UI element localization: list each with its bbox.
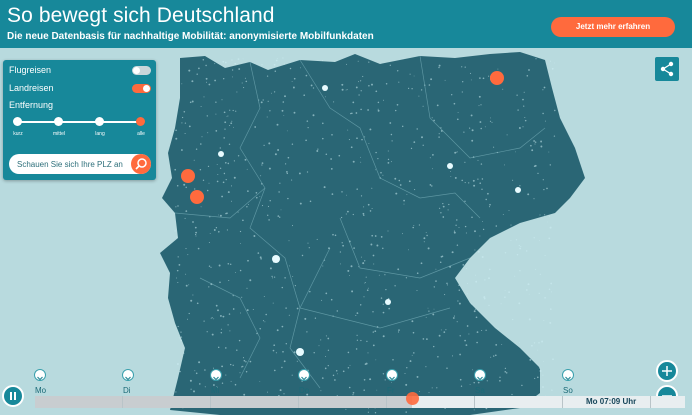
day-marker-do[interactable] (298, 369, 310, 381)
marker-west-1 (181, 169, 195, 183)
zoom-in-button[interactable] (656, 360, 678, 382)
day-marker-mi[interactable] (210, 369, 222, 381)
day-marker-fr[interactable] (386, 369, 398, 381)
toggle-knob (143, 85, 150, 92)
distance-label: Entfernung (9, 100, 54, 110)
pause-button[interactable] (2, 385, 24, 407)
learn-more-button[interactable]: Jetzt mehr erfahren (551, 17, 675, 37)
timeline-progress (35, 396, 412, 408)
timeline-handle[interactable] (406, 392, 419, 405)
header-bar: So bewegt sich Deutschland Die neue Date… (0, 0, 692, 48)
flights-toggle[interactable] (132, 66, 151, 75)
chevron-down-icon (213, 376, 219, 381)
day-divider (562, 396, 563, 408)
day-label: Do (299, 386, 310, 395)
plz-search-input[interactable] (17, 157, 127, 171)
day-divider (122, 396, 123, 408)
day-label: Mo (35, 386, 47, 395)
distance-stop-label: mittel (53, 131, 65, 137)
distance-stop-label: kurz (13, 131, 23, 137)
chevron-down-icon (389, 376, 395, 381)
land-toggle[interactable] (132, 84, 151, 93)
distance-stop-all[interactable] (136, 117, 145, 126)
land-label: Landreisen (9, 83, 54, 93)
search-button[interactable] (131, 154, 151, 174)
day-label: So (563, 386, 573, 395)
page-subtitle: Die neue Datenbasis für nachhaltige Mobi… (7, 31, 374, 42)
pause-icon (10, 392, 16, 400)
day-marker-sa[interactable] (474, 369, 486, 381)
marker-west-2 (190, 190, 204, 204)
search-icon (135, 158, 147, 170)
chevron-down-icon (37, 376, 43, 381)
day-divider (650, 396, 651, 408)
distance-stop-label: alle (137, 131, 145, 137)
distance-stop-long[interactable] (95, 117, 104, 126)
filter-panel: Flugreisen Landreisen Entfernung kurz mi… (3, 60, 156, 180)
chevron-down-icon (125, 376, 131, 381)
day-label: Fr (387, 386, 395, 395)
plus-icon (662, 366, 672, 376)
day-marker-mo[interactable] (34, 369, 46, 381)
chevron-down-icon (301, 376, 307, 381)
distance-slider-track[interactable] (16, 121, 144, 123)
marker-berlin (490, 71, 504, 85)
day-label: Di (123, 386, 131, 395)
share-icon (660, 61, 674, 77)
current-time-label: Mo 07:09 Uhr (586, 397, 637, 406)
day-divider (210, 396, 211, 408)
day-label: Mi (211, 386, 220, 395)
page-title: So bewegt sich Deutschland (7, 4, 275, 27)
day-label: Sa (475, 386, 485, 395)
chevron-down-icon (477, 376, 483, 381)
plz-search-box (9, 154, 151, 174)
chevron-down-icon (565, 376, 571, 381)
share-button[interactable] (655, 57, 679, 81)
day-marker-so[interactable] (562, 369, 574, 381)
day-divider (298, 396, 299, 408)
day-divider (474, 396, 475, 408)
flights-label: Flugreisen (9, 65, 52, 75)
distance-stop-label: lang (95, 131, 105, 137)
distance-stop-short[interactable] (13, 117, 22, 126)
toggle-knob (133, 67, 140, 74)
day-marker-di[interactable] (122, 369, 134, 381)
day-divider (386, 396, 387, 408)
distance-stop-medium[interactable] (54, 117, 63, 126)
